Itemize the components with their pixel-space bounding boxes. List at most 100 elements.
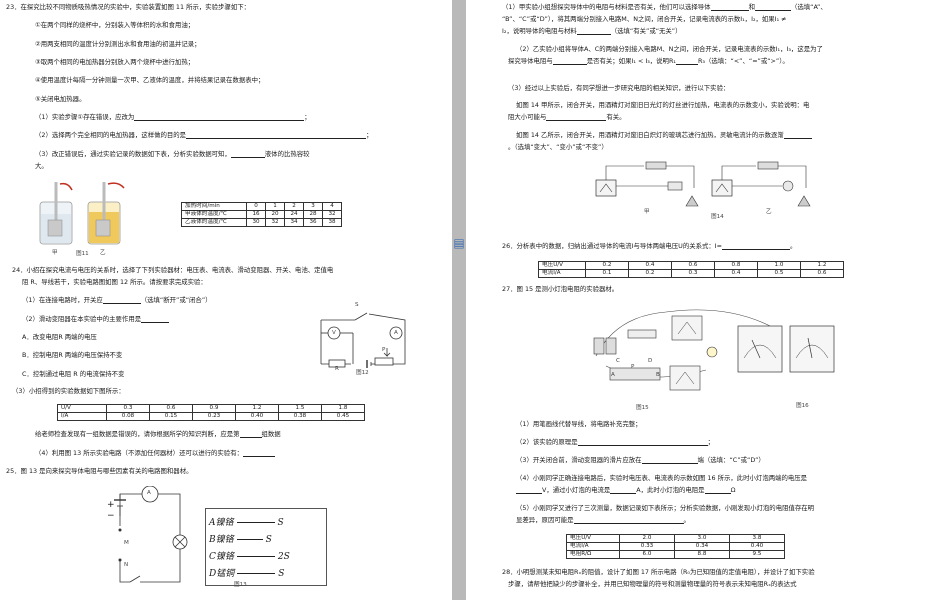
- q27-question-1: （1）用笔画线代替导线，将电路补充完整；: [516, 420, 642, 428]
- figure-14-label-jia: 甲: [644, 209, 650, 215]
- q25-question-2-b: 探究导体电阻与 是否有关；如果I₁ < I₃，说明R₁ R₃（选填：“<”、“=”或…: [508, 57, 789, 65]
- answer-blank[interactable]: [230, 157, 265, 158]
- document-icon[interactable]: ▤: [452, 236, 466, 254]
- figure-15-caption: 图15: [636, 405, 649, 411]
- q23-question-3: （3）改正错误后，通过实验记录的数据如下表，分析实验数据可知， 液体的比热容较: [35, 150, 310, 158]
- table-cell: 0.2: [585, 261, 629, 270]
- figure-13-wire-line: [236, 522, 275, 523]
- figure-11-beakers: [39, 182, 125, 245]
- q23-step-4: ④使用温度计每隔一分钟测量一次甲、乙液体的温度，并将结果记录在数据表中；: [35, 76, 265, 84]
- answer-blank[interactable]: [242, 456, 275, 457]
- answer-blank[interactable]: [573, 523, 684, 524]
- table-header-cell: 电压U/V: [538, 261, 586, 270]
- answer-blank[interactable]: [102, 303, 141, 304]
- table-cell: 4: [322, 202, 342, 211]
- table-row: 电压U/V 2.0 3.0 3.8: [566, 534, 785, 543]
- table-cell: 0: [246, 202, 266, 211]
- q23-stem: 23．在探究比较不同物质吸热情况的实验中，实验装置如图 11 所示，实验步骤如下…: [6, 3, 250, 11]
- q24-stem-2: 阻 R、导线若干，实验电路图如图 12 所示。请按要求完成实验：: [22, 278, 207, 286]
- figure-11-label-yi: 乙: [100, 250, 106, 256]
- figure-12-label-r: R: [335, 366, 339, 372]
- q25-question-1-c: I₂，说明导体的电阻与材料 （选填“有关”或“无关”）: [502, 27, 682, 35]
- answer-blank[interactable]: [722, 249, 791, 250]
- table-cell: 0.38: [278, 412, 322, 421]
- q24-question-2: （2）滑动变阻器在本实验中的主要作用是: [22, 315, 170, 323]
- figure-13-wire-line: [236, 539, 263, 540]
- q25-question-3-b2: 。（选填“变大”、“变小”或“不变”）: [508, 143, 608, 151]
- table-header-cell: U/V: [57, 404, 107, 413]
- document-page-left: 23．在探究比较不同物质吸热情况的实验中，实验装置如图 11 所示，实验步骤如下…: [0, 0, 452, 600]
- answer-blank[interactable]: [239, 437, 262, 438]
- figure-13-minus: −: [107, 511, 115, 521]
- table-cell: 2.0: [619, 534, 675, 543]
- figure-13-wire-row: D锰铜 S: [209, 566, 321, 579]
- figure-13-wire-material: 锰铜: [216, 569, 235, 579]
- answer-blank[interactable]: [516, 493, 542, 494]
- table-cell: 16: [246, 210, 266, 219]
- q23-step-5: ⑤关闭电加热器。: [35, 95, 86, 103]
- answer-blank[interactable]: [134, 120, 305, 121]
- table-cell: 0.34: [674, 542, 730, 551]
- table-cell: 0.40: [235, 412, 279, 421]
- answer-blank[interactable]: [675, 64, 698, 65]
- table-cell: 0.4: [714, 269, 758, 278]
- q24-option-a[interactable]: A．改变电阻R 两端的电压: [22, 333, 97, 341]
- figure-13-wire-row: C镍铬 2S: [209, 549, 321, 562]
- q23-data-table: 加热时间/min 0 1 2 3 4 甲液体的温度/℃ 16 20 24 28 32 乙液体的温度/℃ 3…: [181, 202, 342, 227]
- table-row: I/A 0.08 0.15 0.23 0.40 0.38 0.45: [57, 412, 365, 421]
- figure-12-ammeter-label: A: [394, 330, 398, 336]
- q24-stem: 24．小招在探究电流与电压的关系时，选择了下列实验器材：电压表、电流表、滑动变阻…: [12, 266, 334, 274]
- table-row: 乙液体的温度/℃ 30 32 34 36 38: [181, 218, 342, 227]
- q24-data-table: U/V 0.3 0.6 0.9 1.2 1.5 1.8 I/A 0.08 0.15 0.23 0.40…: [57, 404, 365, 421]
- table-header-cell: 电流I/A: [566, 542, 620, 551]
- table-cell: 0.23: [192, 412, 236, 421]
- table-header-cell: 甲液体的温度/℃: [181, 210, 247, 219]
- answer-blank[interactable]: [577, 445, 708, 446]
- figure-13-wire-row: B镍铬 S: [209, 532, 321, 545]
- table-row: 电阻R/Ω 6.0 8.8 9.5: [566, 550, 785, 559]
- answer-blank[interactable]: [186, 138, 367, 139]
- table-cell: 0.3: [106, 404, 150, 413]
- table-cell: 0.15: [149, 412, 193, 421]
- table-cell: 0.1: [585, 269, 629, 278]
- answer-blank[interactable]: [141, 322, 170, 323]
- q23-question-2: （2）选择两个完全相同的电加热器，这样做的目的是；: [35, 131, 373, 139]
- figure-13-circuit: [114, 486, 188, 583]
- figure-12-caption: 图12: [356, 370, 369, 376]
- answer-blank[interactable]: [641, 463, 698, 464]
- table-cell: 8.8: [674, 550, 730, 559]
- table-row: 甲液体的温度/℃ 16 20 24 28 32: [181, 210, 342, 219]
- answer-blank[interactable]: [552, 64, 587, 65]
- q24-question-1: （1）在连接电路时，开关应 （选填“断开”或“闭合”）: [22, 296, 212, 304]
- table-cell: 0.6: [800, 269, 844, 278]
- figure-16-caption: 图16: [796, 403, 809, 409]
- figure-12-voltmeter-label: V: [332, 330, 336, 336]
- table-header-cell: 电压U/V: [566, 534, 620, 543]
- table-cell: 0.8: [714, 261, 758, 270]
- answer-blank[interactable]: [546, 120, 607, 121]
- answer-blank[interactable]: [754, 10, 791, 11]
- table-cell: 0.2: [628, 269, 672, 278]
- figure-13-label-n: N: [124, 562, 129, 568]
- figure-13-wire-material: 镍铬: [215, 535, 234, 545]
- answer-blank[interactable]: [610, 493, 637, 494]
- figure-13-wire-area: S: [265, 535, 272, 545]
- q24-option-c[interactable]: C．控制通过电阻 R 的电流保持不变: [22, 370, 124, 378]
- figure-15-16-apparatus: [593, 309, 835, 391]
- figure-11-caption: 图11: [76, 251, 89, 257]
- table-cell: 36: [303, 218, 323, 227]
- q24-question-4: （4）利用图 13 所示实验电路（不添加任何器材）还可以进行的实验有：: [35, 449, 275, 457]
- figure-11-label-jia: 甲: [52, 250, 58, 256]
- answer-blank[interactable]: [710, 10, 749, 11]
- table-cell: 1: [265, 202, 285, 211]
- answer-blank[interactable]: [704, 493, 731, 494]
- table-cell: 30: [246, 218, 266, 227]
- q25-question-2: （2）乙实验小组将导体A、C的两端分别接入电路M、N之间，闭合开关，记录电流表的…: [516, 45, 823, 53]
- figure-13-label-m: M: [124, 540, 129, 546]
- table-cell: 0.6: [671, 261, 715, 270]
- table-cell: 0.3: [671, 269, 715, 278]
- table-cell: 32: [265, 218, 285, 227]
- answer-blank[interactable]: [783, 138, 812, 139]
- answer-blank[interactable]: [576, 34, 611, 35]
- q24-option-b[interactable]: B．控制电阻R 两端的电压保持不变: [22, 351, 122, 359]
